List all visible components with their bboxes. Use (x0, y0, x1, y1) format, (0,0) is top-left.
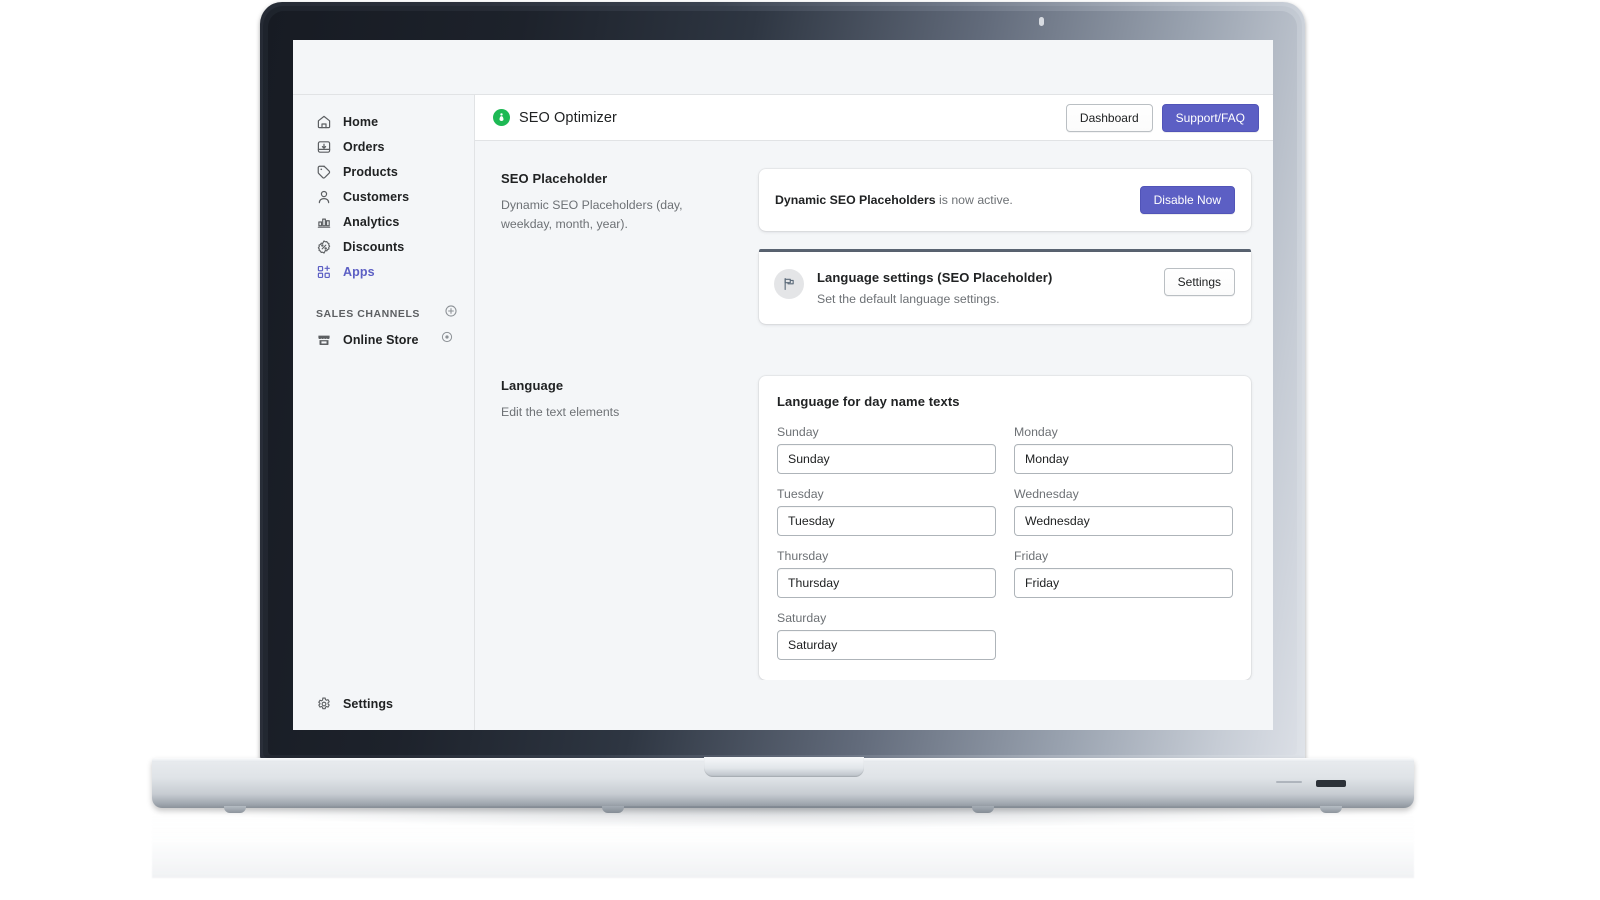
sidebar-item-online-store[interactable]: Online Store (301, 327, 466, 352)
monday-label: Monday (1014, 425, 1058, 439)
day-names-card-title: Language for day name texts (777, 394, 960, 409)
sidebar-item-label: Products (343, 164, 398, 179)
sidebar-item-home[interactable]: Home (301, 109, 466, 134)
sidebar-item-customers[interactable]: Customers (301, 184, 466, 209)
saturday-input[interactable] (777, 630, 996, 660)
sidebar-item-label: Home (343, 114, 379, 129)
seo-optimizer-logo-icon (493, 109, 510, 126)
page-title: SEO Optimizer (519, 109, 617, 126)
language-settings-card: Language settings (SEO Placeholder) Set … (759, 252, 1251, 324)
laptop-port (1316, 780, 1346, 787)
home-icon (316, 114, 332, 130)
sidebar: Home Orders Products Customers Analytics… (293, 95, 475, 730)
sidebar-item-analytics[interactable]: Analytics (301, 209, 466, 234)
sunday-label: Sunday (777, 425, 819, 439)
orders-icon (316, 139, 332, 155)
friday-label: Friday (1014, 549, 1049, 563)
webcam-icon (1039, 17, 1044, 26)
language-aside: Language Edit the text elements (501, 376, 737, 680)
sunday-input[interactable] (777, 444, 996, 474)
field-friday: Friday (1014, 549, 1233, 598)
dashboard-button[interactable]: Dashboard (1065, 103, 1153, 132)
content-area: SEO Placeholder Dynamic SEO Placeholders… (475, 141, 1273, 680)
sidebar-item-products[interactable]: Products (301, 159, 466, 184)
field-tuesday: Tuesday (777, 487, 996, 536)
sidebar-item-label: Orders (343, 139, 385, 154)
gear-icon (316, 696, 332, 712)
app-shell: Home Orders Products Customers Analytics… (293, 95, 1273, 730)
language-settings-block: Language settings (SEO Placeholder) Set … (759, 249, 1251, 324)
customers-person-icon (316, 189, 332, 205)
apps-grid-plus-icon (316, 264, 332, 280)
sidebar-item-label: Analytics (343, 214, 400, 229)
language-description: Edit the text elements (501, 405, 620, 419)
seo-placeholder-section: SEO Placeholder Dynamic SEO Placeholders… (501, 169, 1251, 324)
language-section: Language Edit the text elements Language… (501, 376, 1251, 680)
eye-icon[interactable] (440, 330, 454, 349)
banner-rest-text: is now active. (935, 193, 1013, 207)
laptop-base (152, 757, 1414, 813)
sidebar-item-label: Settings (343, 697, 394, 711)
wednesday-label: Wednesday (1014, 487, 1079, 501)
language-heading: Language (501, 378, 564, 393)
laptop-latch-notch (704, 757, 864, 777)
active-status-banner: Dynamic SEO Placeholders is now active. … (759, 169, 1251, 231)
thursday-label: Thursday (777, 549, 829, 563)
language-settings-title: Language settings (SEO Placeholder) (817, 270, 1053, 285)
language-settings-subtitle: Set the default language settings. (817, 292, 1000, 306)
laptop-mockup: Home Orders Products Customers Analytics… (0, 0, 1600, 900)
wednesday-input[interactable] (1014, 506, 1233, 536)
laptop-reflection (152, 808, 1414, 878)
seo-placeholder-heading: SEO Placeholder (501, 171, 608, 186)
sidebar-item-label: Discounts (343, 239, 405, 254)
plus-circle-icon[interactable] (444, 304, 458, 323)
browser-chrome-strip (293, 40, 1273, 95)
tuesday-label: Tuesday (777, 487, 824, 501)
analytics-bar-chart-icon (316, 214, 332, 230)
sidebar-item-discounts[interactable]: Discounts (301, 234, 466, 259)
laptop-vent (1276, 781, 1302, 783)
flag-icon (774, 269, 804, 299)
field-sunday: Sunday (777, 425, 996, 474)
field-thursday: Thursday (777, 549, 996, 598)
banner-message: Dynamic SEO Placeholders is now active. (775, 193, 1140, 207)
seo-placeholder-body: Dynamic SEO Placeholders is now active. … (759, 169, 1251, 324)
sidebar-item-orders[interactable]: Orders (301, 134, 466, 159)
sidebar-section-sales-channels: SALES CHANNELS (316, 304, 458, 323)
thursday-input[interactable] (777, 568, 996, 598)
online-store-icon (316, 332, 332, 348)
tuesday-input[interactable] (777, 506, 996, 536)
day-name-fields-grid: Sunday Monday Tuesday (777, 425, 1233, 660)
language-body: Language for day name texts Sunday Monda… (759, 376, 1251, 680)
field-saturday: Saturday (777, 611, 996, 660)
discounts-percent-icon (316, 239, 332, 255)
monday-input[interactable] (1014, 444, 1233, 474)
saturday-label: Saturday (777, 611, 827, 625)
sidebar-item-label: Apps (343, 264, 375, 279)
sidebar-item-label: Customers (343, 189, 410, 204)
sidebar-item-label: Online Store (343, 332, 419, 347)
field-wednesday: Wednesday (1014, 487, 1233, 536)
app-header-bar: SEO Optimizer Dashboard Support/FAQ (475, 95, 1273, 141)
friday-input[interactable] (1014, 568, 1233, 598)
language-settings-button[interactable]: Settings (1163, 268, 1235, 296)
seo-placeholder-description: Dynamic SEO Placeholders (day, weekday, … (501, 198, 683, 232)
banner-strong-text: Dynamic SEO Placeholders (775, 193, 936, 207)
language-settings-text: Language settings (SEO Placeholder) Set … (817, 268, 1151, 306)
laptop-screen: Home Orders Products Customers Analytics… (293, 40, 1273, 730)
seo-placeholder-aside: SEO Placeholder Dynamic SEO Placeholders… (501, 169, 737, 324)
disable-now-button[interactable]: Disable Now (1139, 186, 1235, 214)
day-names-card: Language for day name texts Sunday Monda… (759, 376, 1251, 680)
sidebar-item-settings[interactable]: Settings (301, 696, 466, 730)
main-content: SEO Optimizer Dashboard Support/FAQ SEO … (475, 95, 1273, 730)
sales-channels-heading: SALES CHANNELS (316, 307, 420, 320)
field-monday: Monday (1014, 425, 1233, 474)
support-faq-button[interactable]: Support/FAQ (1161, 103, 1259, 132)
sidebar-item-apps[interactable]: Apps (301, 259, 466, 284)
products-tag-icon (316, 164, 332, 180)
